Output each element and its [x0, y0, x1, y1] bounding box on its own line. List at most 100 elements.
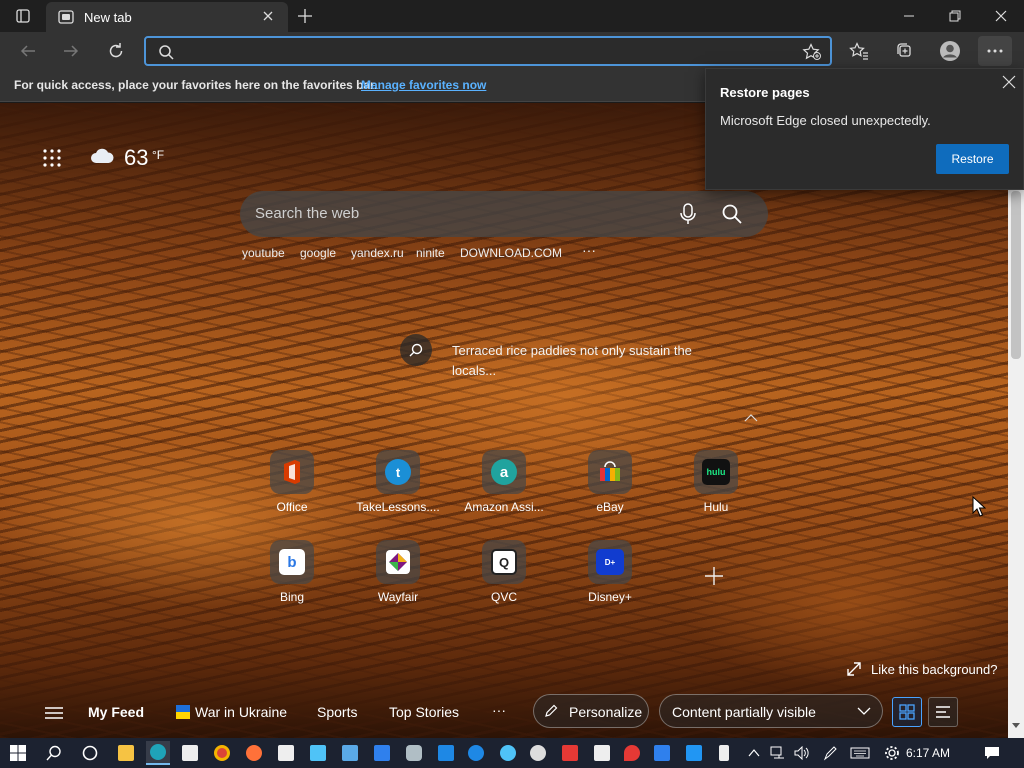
- maps-icon[interactable]: [620, 741, 644, 765]
- weather-temperature[interactable]: 63: [124, 145, 148, 171]
- help-icon[interactable]: [464, 741, 488, 765]
- 7zip-icon[interactable]: [274, 741, 298, 765]
- add-favorite-icon[interactable]: [802, 43, 822, 61]
- app-launcher-icon[interactable]: [42, 148, 62, 168]
- list-layout-button[interactable]: [928, 697, 958, 727]
- quick-link-download-com[interactable]: DOWNLOAD.COM: [460, 246, 562, 260]
- calendar-icon[interactable]: [370, 741, 394, 765]
- tab-my-feed[interactable]: My Feed: [88, 704, 144, 720]
- quick-link-youtube[interactable]: youtube: [242, 246, 285, 260]
- pen-icon[interactable]: [818, 741, 842, 765]
- new-tab-button[interactable]: [282, 0, 328, 32]
- file-explorer-icon[interactable]: [114, 741, 138, 765]
- tile-hulu[interactable]: hulu Hulu: [666, 450, 766, 530]
- close-window-button[interactable]: [978, 0, 1024, 32]
- hamburger-menu-icon[interactable]: [45, 706, 63, 720]
- store-icon[interactable]: [178, 741, 202, 765]
- tile-takelessons[interactable]: t TakeLessons....: [348, 450, 448, 530]
- back-button[interactable]: [12, 36, 44, 66]
- edge-icon[interactable]: [146, 741, 170, 765]
- media-player-icon[interactable]: [526, 741, 550, 765]
- add-shortcut-icon[interactable]: [704, 566, 724, 586]
- scrollbar-thumb[interactable]: [1011, 191, 1021, 359]
- chrome-icon[interactable]: [210, 741, 234, 765]
- volume-icon[interactable]: [790, 741, 814, 765]
- restore-window-button[interactable]: [932, 0, 978, 32]
- tab-sports[interactable]: Sports: [317, 704, 357, 720]
- camera-icon[interactable]: [402, 741, 426, 765]
- remote-desktop-icon[interactable]: [434, 741, 458, 765]
- xbox-icon[interactable]: [496, 741, 520, 765]
- tab-top-stories[interactable]: Top Stories: [389, 704, 459, 720]
- manage-favorites-link[interactable]: Manage favorites now: [361, 78, 486, 92]
- notepad-icon[interactable]: [306, 741, 330, 765]
- close-icon[interactable]: [1002, 75, 1016, 89]
- scroll-down-arrow-icon[interactable]: [1012, 723, 1020, 729]
- content-visibility-dropdown[interactable]: Content partially visible: [659, 694, 883, 728]
- tile-amazon-assistant[interactable]: a Amazon Assi...: [454, 450, 554, 530]
- restore-button[interactable]: Restore: [936, 144, 1009, 174]
- windows-start-icon[interactable]: [6, 741, 30, 765]
- quick-links-more-button[interactable]: ···: [582, 242, 596, 258]
- microphone-icon[interactable]: [680, 203, 696, 225]
- solitaire-icon[interactable]: [590, 741, 614, 765]
- refresh-button[interactable]: [100, 36, 132, 66]
- tile-qvc[interactable]: Q QVC: [454, 540, 554, 620]
- feedback-icon[interactable]: [682, 741, 706, 765]
- search-submit-icon[interactable]: [722, 204, 742, 224]
- tile-disney-plus[interactable]: D+ Disney+: [560, 540, 660, 620]
- cortana-icon[interactable]: [78, 741, 102, 765]
- chevron-up-icon[interactable]: [744, 414, 758, 422]
- search-icon[interactable]: [42, 741, 66, 765]
- cloud-icon[interactable]: [90, 148, 114, 164]
- keyboard-icon[interactable]: [848, 741, 872, 765]
- web-search-box[interactable]: Search the web: [240, 191, 768, 237]
- calculator-icon[interactable]: [338, 741, 362, 765]
- takelessons-icon: t: [376, 450, 420, 494]
- profile-avatar[interactable]: [934, 36, 966, 66]
- feed-more-button[interactable]: ···: [492, 702, 506, 718]
- chevron-up-icon[interactable]: [742, 741, 766, 765]
- quick-link-yandex[interactable]: yandex.ru: [351, 246, 404, 260]
- tab-title: New tab: [84, 10, 132, 25]
- minimize-button[interactable]: [886, 0, 932, 32]
- collections-button[interactable]: [888, 36, 920, 66]
- settings-and-more-button[interactable]: [978, 36, 1012, 66]
- page-scrollbar[interactable]: [1008, 103, 1024, 738]
- news-icon[interactable]: [558, 741, 582, 765]
- favorites-bar-hint: For quick access, place your favorites h…: [14, 78, 378, 92]
- address-bar[interactable]: [144, 36, 832, 66]
- quick-link-google[interactable]: google: [300, 246, 336, 260]
- image-info-search-icon[interactable]: [400, 334, 432, 366]
- tile-bing[interactable]: b Bing: [242, 540, 342, 620]
- todo-icon[interactable]: [650, 741, 674, 765]
- tile-label: Hulu: [703, 500, 729, 514]
- new-tab-page-icon: [58, 9, 74, 25]
- close-tab-icon[interactable]: [262, 10, 274, 22]
- phone-icon[interactable]: [712, 741, 736, 765]
- expand-icon[interactable]: [846, 661, 862, 677]
- tile-office[interactable]: Office: [242, 450, 342, 530]
- quick-link-ninite[interactable]: ninite: [416, 246, 445, 260]
- bing-icon: b: [270, 540, 314, 584]
- tile-wayfair[interactable]: Wayfair: [348, 540, 448, 620]
- like-background-link[interactable]: Like this background?: [871, 662, 997, 677]
- image-caption[interactable]: Terraced rice paddies not only sustain t…: [452, 341, 722, 381]
- tab-war-in-ukraine[interactable]: War in Ukraine: [195, 704, 287, 720]
- search-icon: [158, 44, 174, 60]
- firefox-icon[interactable]: [242, 741, 266, 765]
- taskbar-clock[interactable]: 6:17 AM: [906, 746, 950, 760]
- personalize-button[interactable]: Personalize: [533, 694, 649, 728]
- personalize-label: Personalize: [569, 704, 643, 720]
- notifications-icon[interactable]: [980, 741, 1004, 765]
- forward-button[interactable]: [55, 36, 87, 66]
- dialog-title: Restore pages: [720, 85, 810, 100]
- tab-new-tab[interactable]: New tab: [46, 2, 288, 32]
- network-icon[interactable]: [766, 741, 790, 765]
- content-visibility-value: Content partially visible: [672, 704, 816, 720]
- grid-layout-button[interactable]: [892, 697, 922, 727]
- favorites-button[interactable]: [843, 36, 875, 66]
- tile-ebay[interactable]: eBay: [560, 450, 660, 530]
- gear-icon[interactable]: [880, 741, 904, 765]
- tab-actions-icon[interactable]: [0, 0, 46, 32]
